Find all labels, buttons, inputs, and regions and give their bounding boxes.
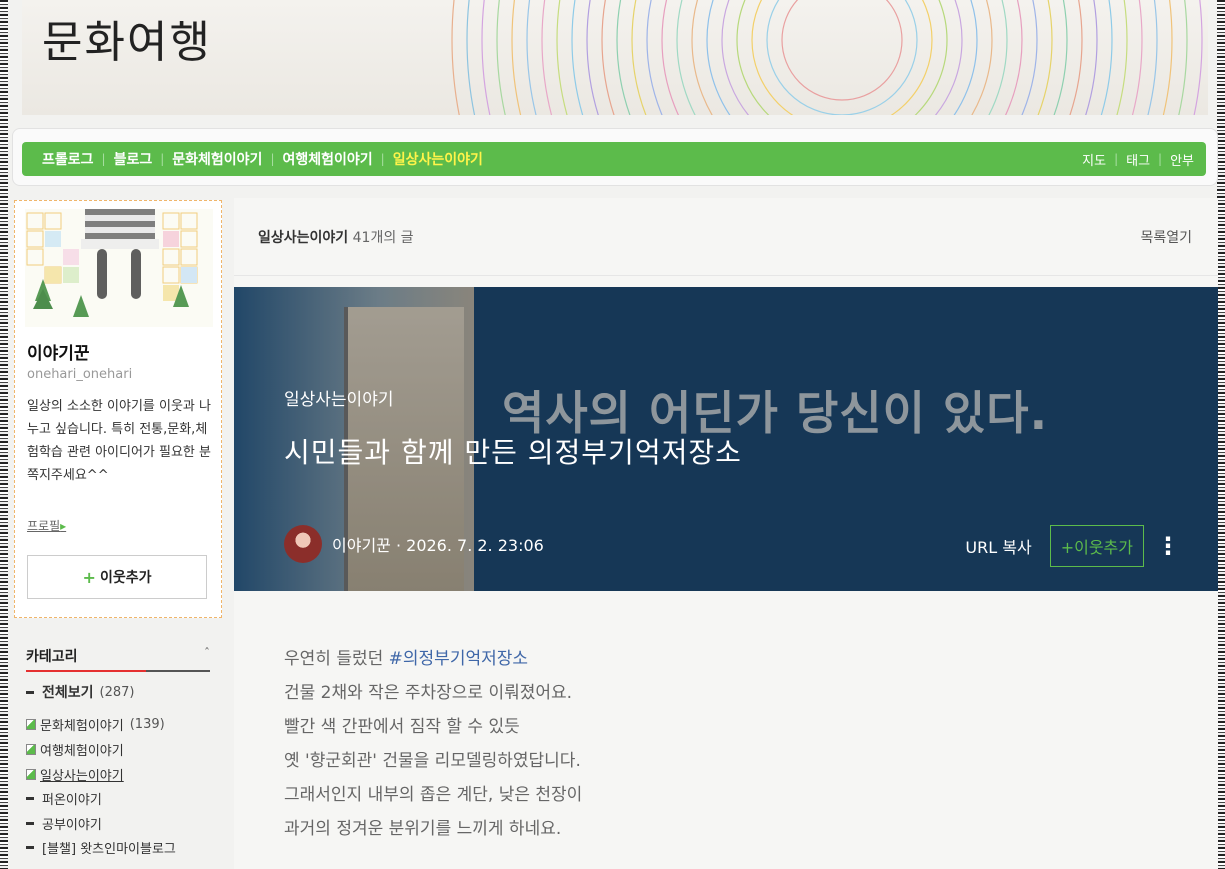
category-divider <box>26 670 210 672</box>
profile-id: onehari_onehari <box>27 367 133 382</box>
body-line: 과거의 정겨운 분위기를 느끼게 하네요. <box>284 819 562 839</box>
nav-item-daily[interactable]: 일상사는이야기 <box>385 149 491 169</box>
category-item-challenge[interactable]: [블챌] 왓츠인마이블로그 <box>26 836 226 861</box>
blog-title[interactable]: 문화여행 <box>42 6 212 70</box>
dash-icon <box>26 690 34 694</box>
profile-link[interactable]: 프로필▸ <box>27 517 66 534</box>
category-item-count: (139) <box>129 717 165 733</box>
open-list-button[interactable]: 목록열기 <box>1140 227 1192 247</box>
nav-item-map[interactable]: 지도 <box>1074 150 1114 169</box>
category-item-label: [블챌] 왓츠인마이블로그 <box>42 842 176 858</box>
nav-right: 지도 | 태그 | 안부 <box>1074 150 1202 169</box>
nav-item-tag[interactable]: 태그 <box>1118 150 1158 169</box>
category-item-travel[interactable]: 여행체험이야기 <box>26 737 226 762</box>
profile-description: 일상의 소소한 이야기를 이웃과 나누고 싶습니다. 특히 전통,문화,체험학습… <box>27 399 211 483</box>
profile-image[interactable] <box>25 209 213 327</box>
post-list-header: 일상사는이야기 41개의 글 목록열기 <box>234 198 1218 276</box>
profile-name: 이야기꾼 <box>27 344 90 364</box>
dash-icon <box>26 846 34 850</box>
body-line: 빨간 색 간판에서 짐작 할 수 있듯 <box>284 717 520 737</box>
page-icon <box>26 743 36 755</box>
page-icon <box>26 768 36 780</box>
current-category: 일상사는이야기 41개의 글 <box>258 227 414 247</box>
category-item-label: 여행체험이야기 <box>40 743 124 759</box>
category-item-label: 퍼온이야기 <box>42 793 102 809</box>
category-all-label: 전체보기 <box>42 685 94 702</box>
dash-icon <box>26 821 34 825</box>
profile-illustration-icon <box>25 209 213 327</box>
plus-icon: + <box>82 567 96 587</box>
category-all-count: (287) <box>99 684 135 700</box>
body-line: 건물 2채와 작은 주차장으로 이뤄졌어요. <box>284 683 573 703</box>
page-icon <box>26 719 36 731</box>
nav-item-prologue[interactable]: 프롤로그 <box>34 149 102 169</box>
post-count: 41개의 글 <box>352 229 414 246</box>
category-item-label: 문화체험이야기 <box>40 719 124 735</box>
main-nav: 프롤로그 | 블로그 | 문화체험이야기 | 여행체험이야기 | 일상사는이야기… <box>22 142 1206 176</box>
author-date[interactable]: 이야기꾼 · 2026. 7. 2. 23:06 <box>332 532 544 556</box>
category-item-label: 공부이야기 <box>42 817 102 833</box>
blog-header: 문화여행 <box>22 0 1208 115</box>
nav-item-culture[interactable]: 문화체험이야기 <box>164 149 270 169</box>
category-header: 카테고리 ˆ <box>26 646 210 672</box>
post-actions: URL 복사 +이웃추가 ⋮ <box>965 525 1180 567</box>
nav-item-guestbook[interactable]: 안부 <box>1162 150 1202 169</box>
add-neighbor-label: 이웃추가 <box>99 570 152 586</box>
body-line: 그래서인지 내부의 좁은 계단, 낮은 천장이 <box>284 785 583 805</box>
nav-item-travel[interactable]: 여행체험이야기 <box>274 149 380 169</box>
avatar[interactable] <box>284 525 322 563</box>
current-category-name[interactable]: 일상사는이야기 <box>258 230 348 246</box>
more-vertical-icon[interactable]: ⋮ <box>1156 532 1180 560</box>
nav-left: 프롤로그 | 블로그 | 문화체험이야기 | 여행체험이야기 | 일상사는이야기 <box>34 149 491 169</box>
nav-item-blog[interactable]: 블로그 <box>106 149 161 169</box>
main-content: 일상사는이야기 41개의 글 목록열기 역사의 어딘가 당신이 있다. 일상사는… <box>234 198 1218 869</box>
category-item-daily[interactable]: 일상사는이야기 <box>26 762 226 787</box>
post-title: 시민들과 함께 만든 의정부기억저장소 <box>284 436 742 469</box>
frame-border-left <box>0 0 8 869</box>
profile-link-label: 프로필 <box>27 519 61 533</box>
category-item-shared[interactable]: 퍼온이야기 <box>26 786 226 811</box>
category-list: 전체보기 (287) 문화체험이야기 (139) 여행체험이야기 일상사는이야기… <box>26 680 226 860</box>
post-cover: 역사의 어딘가 당신이 있다. 일상사는이야기 시민들과 함께 만든 의정부기억… <box>234 287 1218 591</box>
hashtag-link[interactable]: #의정부기억저장소 <box>389 649 528 669</box>
category-item-all[interactable]: 전체보기 (287) <box>26 680 226 705</box>
body-line: 우연히 들렀던 #의정부기억저장소 <box>284 642 582 676</box>
frame-border-right <box>1217 0 1225 869</box>
post-body: 우연히 들렀던 #의정부기억저장소 건물 2채와 작은 주차장으로 이뤄졌어요.… <box>284 642 582 846</box>
sidebar: 이야기꾼 onehari_onehari 일상의 소소한 이야기를 이웃과 나누… <box>12 198 234 869</box>
triangle-right-icon: ▸ <box>60 519 67 533</box>
category-item-culture[interactable]: 문화체험이야기 (139) <box>26 713 226 738</box>
category-item-label: 일상사는이야기 <box>40 768 124 784</box>
add-neighbor-button[interactable]: + 이웃추가 <box>27 555 207 599</box>
post-add-neighbor-button[interactable]: +이웃추가 <box>1049 525 1144 567</box>
post-author: 이야기꾼 · 2026. 7. 2. 23:06 <box>284 525 544 563</box>
url-copy-button[interactable]: URL 복사 <box>965 534 1031 558</box>
category-title: 카테고리 <box>26 649 78 665</box>
chevron-up-icon[interactable]: ˆ <box>204 646 210 672</box>
post-category[interactable]: 일상사는이야기 <box>284 385 393 410</box>
dash-icon <box>26 797 34 801</box>
profile-box: 이야기꾼 onehari_onehari 일상의 소소한 이야기를 이웃과 나누… <box>14 200 222 618</box>
body-line: 옛 '향군회관' 건물을 리모델링하였답니다. <box>284 751 581 771</box>
category-item-study[interactable]: 공부이야기 <box>26 811 226 836</box>
rings-decoration-icon <box>451 0 1203 115</box>
body-text: 우연히 들렀던 <box>284 649 389 669</box>
